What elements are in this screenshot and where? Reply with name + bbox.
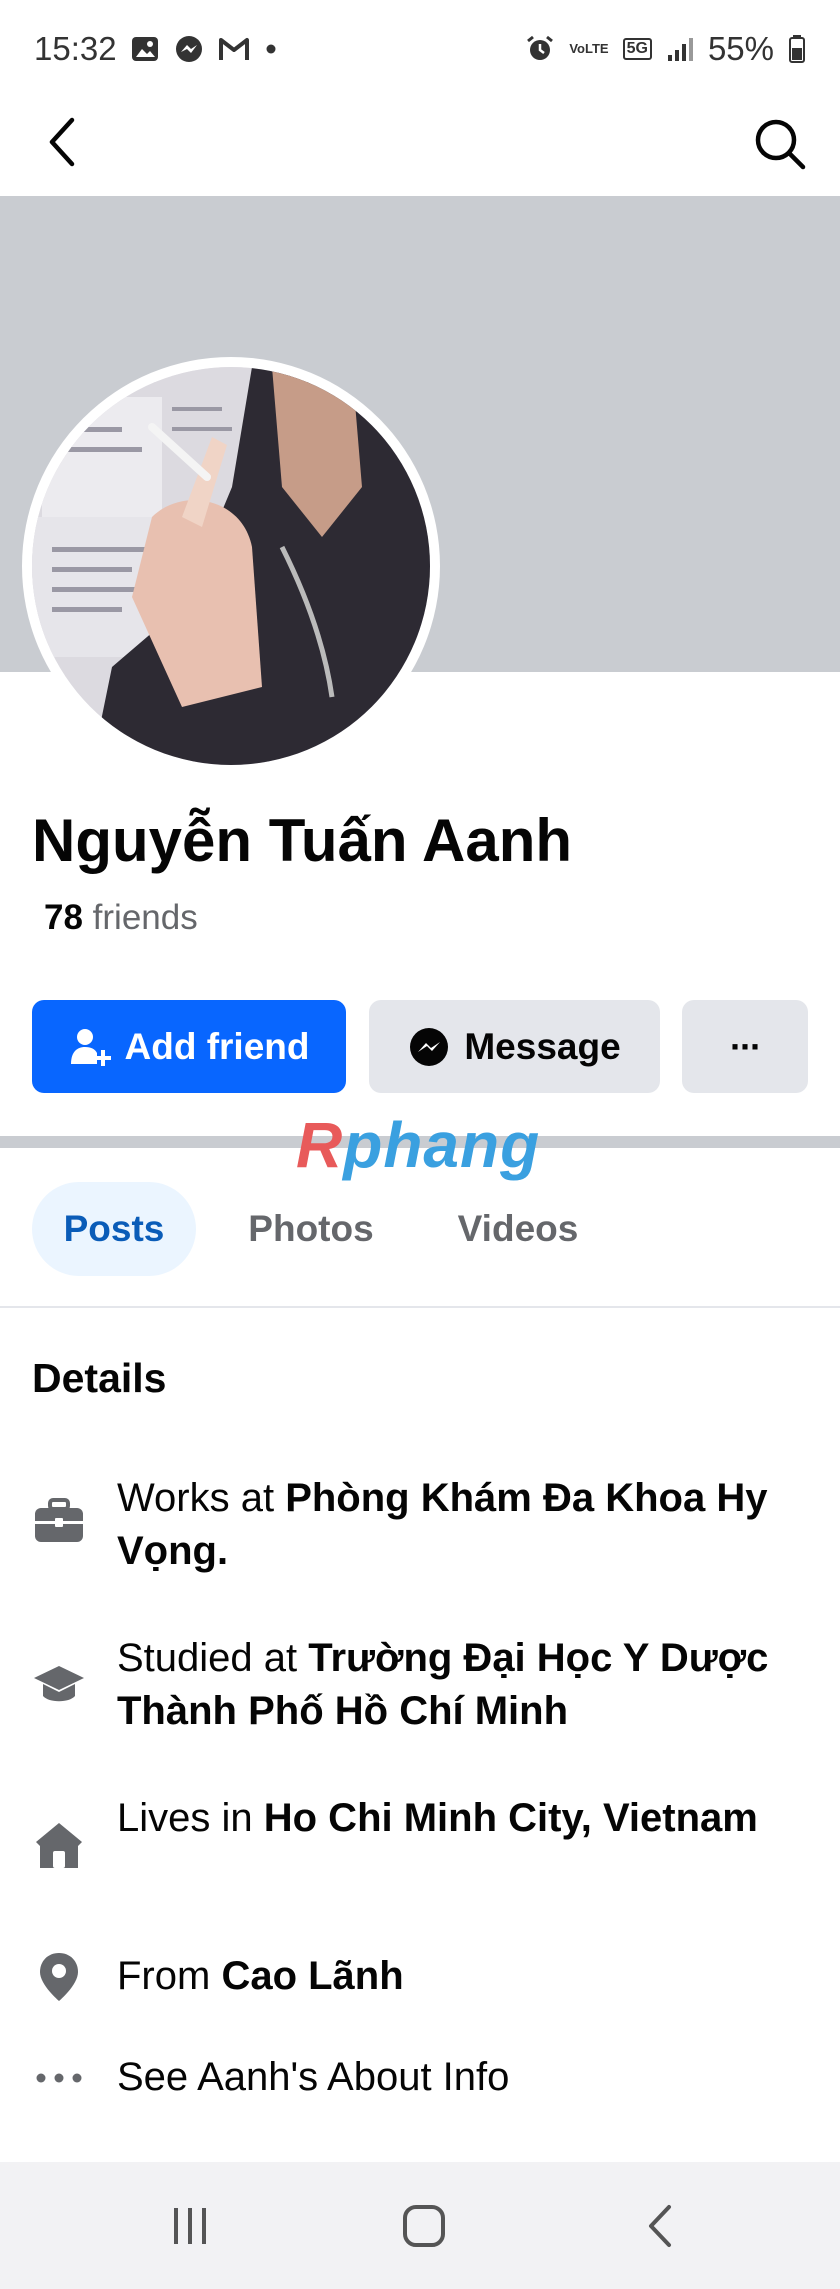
- messenger-icon: [176, 36, 202, 62]
- more-options-button[interactable]: ···: [682, 1000, 808, 1093]
- back-button[interactable]: [34, 114, 90, 170]
- see-about-info-link[interactable]: See Aanh's About Info: [117, 2051, 777, 2104]
- system-icons: VoLTE 5G 55%: [525, 30, 806, 68]
- hometown-link[interactable]: Cao Lãnh: [221, 1954, 403, 1998]
- more-dots-icon: ···: [730, 1025, 762, 1067]
- signal-icon: [667, 38, 693, 61]
- messenger-icon: [410, 1027, 449, 1066]
- system-back-button[interactable]: [600, 2162, 720, 2289]
- volte-icon: VoLTE: [569, 41, 609, 56]
- tab-photos[interactable]: Photos: [226, 1182, 396, 1276]
- profile-avatar[interactable]: [22, 357, 440, 775]
- dot-icon: [266, 44, 276, 54]
- tab-posts[interactable]: Posts: [32, 1182, 196, 1276]
- detail-from-text: From Cao Lãnh: [117, 1954, 404, 1998]
- profile-name: Nguyễn Tuấn Aanh: [32, 807, 572, 874]
- detail-lives-text: Lives in Ho Chi Minh City, Vietnam: [117, 1796, 758, 1840]
- back-nav-icon: [649, 2204, 671, 2247]
- tab-videos[interactable]: Videos: [440, 1182, 596, 1276]
- message-button[interactable]: Message: [369, 1000, 660, 1093]
- add-friend-icon: [70, 1028, 111, 1066]
- detail-work-text: Works at Phòng Khám Đa Khoa Hy Vọng.: [117, 1476, 768, 1573]
- top-navigation: [0, 100, 840, 196]
- home-button[interactable]: [364, 2162, 484, 2289]
- home-icon: [30, 1816, 88, 1874]
- message-label: Message: [464, 1025, 621, 1067]
- graduation-cap-icon: [30, 1656, 88, 1714]
- details-heading: Details: [32, 1355, 167, 1401]
- friends-label: friends: [92, 898, 198, 937]
- add-friend-button[interactable]: Add friend: [32, 1000, 346, 1093]
- avatar-photo: [32, 367, 430, 765]
- briefcase-icon: [30, 1492, 88, 1550]
- system-navigation-bar: [0, 2162, 840, 2289]
- 5g-icon: 5G: [622, 38, 652, 60]
- detail-education-text: Studied at Trường Đại Học Y Dược Thành P…: [117, 1636, 769, 1733]
- status-bar: 15:32 VoLTE 5G 55%: [0, 0, 840, 100]
- gmail-icon: [219, 38, 249, 60]
- location-pin-icon: [30, 1948, 88, 2006]
- friends-count[interactable]: 78 friends: [44, 898, 198, 938]
- home-nav-icon: [403, 2204, 445, 2247]
- recent-apps-button[interactable]: [130, 2162, 250, 2289]
- search-icon: [755, 119, 806, 170]
- avatar-illustration: [32, 367, 430, 765]
- status-time: 15:32: [34, 30, 117, 67]
- notification-icons: [130, 34, 278, 64]
- more-dots-icon: [30, 2049, 88, 2107]
- gallery-icon: [132, 37, 158, 61]
- alarm-icon: [527, 35, 554, 60]
- friends-number: 78: [44, 898, 83, 937]
- watermark-logo: Rphang: [296, 1109, 541, 1181]
- tabs-divider: [0, 1306, 840, 1308]
- search-button[interactable]: [750, 114, 810, 174]
- add-friend-label: Add friend: [124, 1025, 310, 1067]
- chevron-left-icon: [49, 117, 75, 167]
- city-link[interactable]: Ho Chi Minh City, Vietnam: [264, 1796, 758, 1840]
- recent-apps-icon: [174, 2207, 206, 2244]
- battery-percent: 55%: [707, 30, 774, 67]
- battery-icon: [789, 35, 805, 63]
